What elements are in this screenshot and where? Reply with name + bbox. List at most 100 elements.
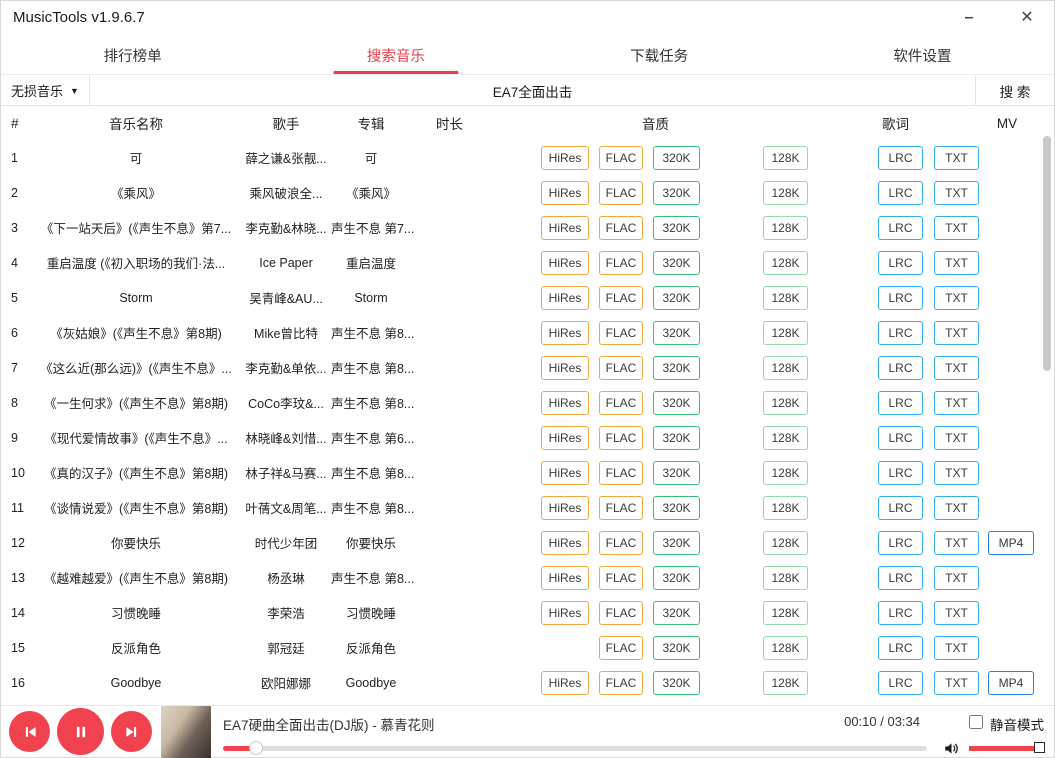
download-txt-button[interactable]: TXT: [934, 391, 979, 415]
download-lrc-button[interactable]: LRC: [878, 146, 923, 170]
download-flac-button[interactable]: FLAC: [599, 531, 643, 555]
download-hires-button[interactable]: HiRes: [541, 601, 589, 625]
tab-settings[interactable]: 软件设置: [791, 37, 1054, 74]
download-flac-button[interactable]: FLAC: [599, 426, 643, 450]
download-hires-button[interactable]: HiRes: [541, 286, 589, 310]
download-txt-button[interactable]: TXT: [934, 286, 979, 310]
progress-thumb[interactable]: [249, 741, 263, 755]
download-flac-button[interactable]: FLAC: [599, 461, 643, 485]
download-txt-button[interactable]: TXT: [934, 461, 979, 485]
download-128k-button[interactable]: 128K: [763, 216, 808, 240]
download-txt-button[interactable]: TXT: [934, 601, 979, 625]
download-hires-button[interactable]: HiRes: [541, 181, 589, 205]
progress-bar[interactable]: [223, 746, 927, 751]
download-flac-button[interactable]: FLAC: [599, 391, 643, 415]
download-txt-button[interactable]: TXT: [934, 321, 979, 345]
download-txt-button[interactable]: TXT: [934, 636, 979, 660]
download-lrc-button[interactable]: LRC: [878, 391, 923, 415]
download-mp4-button[interactable]: MP4: [988, 531, 1034, 555]
tab-ranking[interactable]: 排行榜单: [1, 37, 264, 74]
download-hires-button[interactable]: HiRes: [541, 496, 589, 520]
download-hires-button[interactable]: HiRes: [541, 426, 589, 450]
download-lrc-button[interactable]: LRC: [878, 181, 923, 205]
download-320k-button[interactable]: 320K: [653, 286, 700, 310]
download-flac-button[interactable]: FLAC: [599, 636, 643, 660]
download-txt-button[interactable]: TXT: [934, 251, 979, 275]
download-320k-button[interactable]: 320K: [653, 146, 700, 170]
tab-download-tasks[interactable]: 下载任务: [528, 37, 791, 74]
download-txt-button[interactable]: TXT: [934, 181, 979, 205]
pause-button[interactable]: [57, 708, 104, 755]
download-flac-button[interactable]: FLAC: [599, 146, 643, 170]
download-txt-button[interactable]: TXT: [934, 566, 979, 590]
mute-label[interactable]: 静音模式: [990, 714, 1044, 734]
download-128k-button[interactable]: 128K: [763, 566, 808, 590]
download-lrc-button[interactable]: LRC: [878, 426, 923, 450]
download-flac-button[interactable]: FLAC: [599, 356, 643, 380]
tab-search-music[interactable]: 搜索音乐: [264, 37, 527, 74]
source-select[interactable]: 无损音乐 ▼: [1, 76, 90, 105]
download-txt-button[interactable]: TXT: [934, 426, 979, 450]
download-128k-button[interactable]: 128K: [763, 426, 808, 450]
download-320k-button[interactable]: 320K: [653, 566, 700, 590]
download-lrc-button[interactable]: LRC: [878, 566, 923, 590]
download-hires-button[interactable]: HiRes: [541, 531, 589, 555]
download-hires-button[interactable]: HiRes: [541, 391, 589, 415]
close-button[interactable]: ✕: [1010, 5, 1044, 31]
download-lrc-button[interactable]: LRC: [878, 671, 923, 695]
download-320k-button[interactable]: 320K: [653, 181, 700, 205]
download-320k-button[interactable]: 320K: [653, 391, 700, 415]
mute-checkbox[interactable]: [969, 715, 983, 729]
download-128k-button[interactable]: 128K: [763, 391, 808, 415]
download-128k-button[interactable]: 128K: [763, 321, 808, 345]
download-320k-button[interactable]: 320K: [653, 531, 700, 555]
download-flac-button[interactable]: FLAC: [599, 566, 643, 590]
download-320k-button[interactable]: 320K: [653, 426, 700, 450]
minimize-button[interactable]: –: [952, 5, 986, 31]
download-txt-button[interactable]: TXT: [934, 531, 979, 555]
previous-track-button[interactable]: [9, 711, 50, 752]
download-lrc-button[interactable]: LRC: [878, 601, 923, 625]
download-320k-button[interactable]: 320K: [653, 251, 700, 275]
download-hires-button[interactable]: HiRes: [541, 566, 589, 590]
download-flac-button[interactable]: FLAC: [599, 321, 643, 345]
download-320k-button[interactable]: 320K: [653, 461, 700, 485]
download-hires-button[interactable]: HiRes: [541, 146, 589, 170]
download-flac-button[interactable]: FLAC: [599, 181, 643, 205]
download-hires-button[interactable]: HiRes: [541, 671, 589, 695]
download-320k-button[interactable]: 320K: [653, 601, 700, 625]
download-128k-button[interactable]: 128K: [763, 251, 808, 275]
download-128k-button[interactable]: 128K: [763, 356, 808, 380]
download-flac-button[interactable]: FLAC: [599, 216, 643, 240]
download-128k-button[interactable]: 128K: [763, 636, 808, 660]
download-lrc-button[interactable]: LRC: [878, 496, 923, 520]
download-320k-button[interactable]: 320K: [653, 216, 700, 240]
volume-icon[interactable]: [942, 739, 961, 758]
download-flac-button[interactable]: FLAC: [599, 286, 643, 310]
download-128k-button[interactable]: 128K: [763, 601, 808, 625]
volume-bar[interactable]: [969, 746, 1039, 751]
download-320k-button[interactable]: 320K: [653, 321, 700, 345]
download-128k-button[interactable]: 128K: [763, 671, 808, 695]
download-128k-button[interactable]: 128K: [763, 286, 808, 310]
download-128k-button[interactable]: 128K: [763, 146, 808, 170]
download-lrc-button[interactable]: LRC: [878, 461, 923, 485]
download-hires-button[interactable]: HiRes: [541, 461, 589, 485]
download-txt-button[interactable]: TXT: [934, 671, 979, 695]
download-flac-button[interactable]: FLAC: [599, 251, 643, 275]
download-txt-button[interactable]: TXT: [934, 216, 979, 240]
download-txt-button[interactable]: TXT: [934, 496, 979, 520]
download-320k-button[interactable]: 320K: [653, 636, 700, 660]
scrollbar-thumb[interactable]: [1043, 136, 1051, 371]
download-txt-button[interactable]: TXT: [934, 356, 979, 380]
download-lrc-button[interactable]: LRC: [878, 251, 923, 275]
download-hires-button[interactable]: HiRes: [541, 321, 589, 345]
download-lrc-button[interactable]: LRC: [878, 321, 923, 345]
download-128k-button[interactable]: 128K: [763, 496, 808, 520]
download-320k-button[interactable]: 320K: [653, 356, 700, 380]
download-mp4-button[interactable]: MP4: [988, 671, 1034, 695]
download-lrc-button[interactable]: LRC: [878, 636, 923, 660]
download-hires-button[interactable]: HiRes: [541, 356, 589, 380]
download-lrc-button[interactable]: LRC: [878, 216, 923, 240]
download-320k-button[interactable]: 320K: [653, 496, 700, 520]
